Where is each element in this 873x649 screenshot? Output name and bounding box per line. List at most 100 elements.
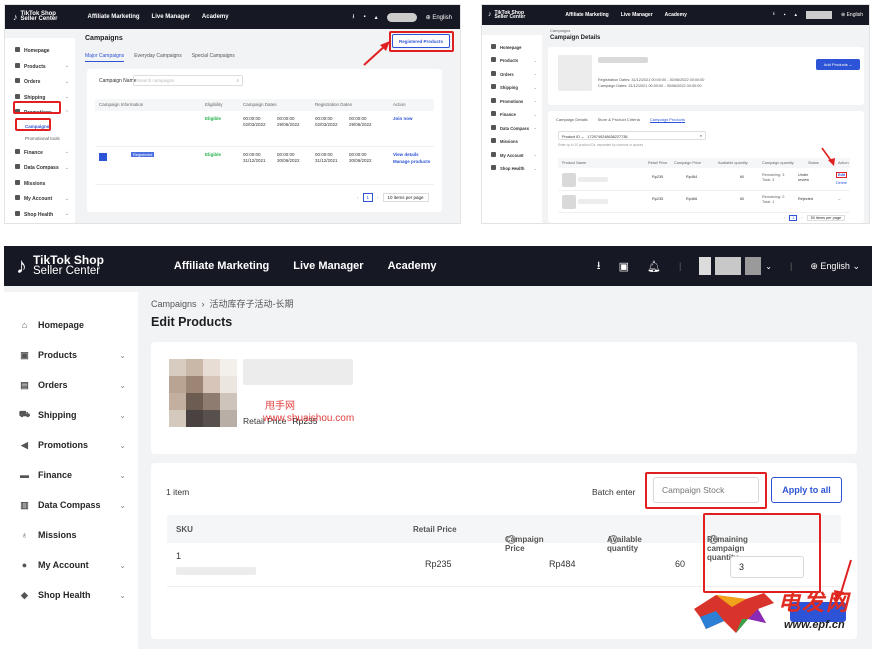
p1-arrow-icon	[363, 41, 390, 66]
chevron-down-icon: ⌄	[119, 380, 126, 390]
bull-logo-icon	[694, 593, 774, 633]
p1-search-input[interactable]: Search campaigns ⌕	[133, 75, 243, 86]
download-icon[interactable]: ⭳	[352, 12, 354, 22]
p2-side-homepage[interactable]: Homepage	[482, 40, 542, 54]
bell-icon[interactable]: ▴	[375, 14, 378, 21]
p1-nav-affiliate[interactable]: Affiliate Marketing	[88, 14, 140, 20]
prev-page-icon[interactable]: ‹	[784, 216, 785, 220]
p1-view-details-link[interactable]: View details	[393, 152, 419, 157]
p2-side-promotions[interactable]: Promotions ⌄	[482, 94, 542, 108]
p2-language[interactable]: ⊕ English	[841, 12, 863, 18]
p1-tab-everyday[interactable]: Everyday Campaigns	[134, 53, 182, 62]
p2-breadcrumb[interactable]: Campaigns	[550, 28, 570, 33]
sidebar-item-data-compass[interactable]: ▥ Data Compass ⌄	[4, 490, 138, 520]
chat-icon[interactable]: ▪	[784, 12, 786, 18]
p1-sub-promo-tools[interactable]: Promotional tools	[5, 133, 75, 145]
p1-tab-special[interactable]: Special Campaigns	[192, 53, 235, 62]
p1-manage-products-link[interactable]: Manage products	[393, 159, 430, 164]
bell-icon[interactable]: ▴	[794, 12, 797, 18]
p2-side-my-account[interactable]: My Account ⌄	[482, 148, 542, 162]
p2-arrow-icon	[821, 147, 835, 166]
chevron-down-icon: ⌄	[64, 78, 69, 85]
p2-side-products[interactable]: Products ⌄	[482, 54, 542, 68]
chat-icon[interactable]: ▣	[619, 260, 629, 273]
p2-avatar[interactable]	[806, 11, 832, 19]
p2-side-shop-health[interactable]: Shop Health ⌄	[482, 162, 542, 176]
p1-avatar[interactable]	[386, 12, 417, 22]
download-icon[interactable]: ⭳	[597, 257, 601, 276]
sidebar-item-promotions[interactable]: ◀ Promotions ⌄	[4, 430, 138, 460]
sidebar-item-products[interactable]: ▣ Products ⌄	[4, 340, 138, 370]
p1-tab-major[interactable]: Major Campaigns	[85, 53, 125, 62]
download-icon[interactable]: ⭳	[773, 11, 775, 19]
p1-per-page-select[interactable]: 10 items per page	[382, 193, 429, 202]
p2-per-page-select[interactable]: 50 items per page	[806, 215, 846, 221]
p1-side-homepage[interactable]: Homepage	[5, 43, 75, 59]
prev-page-icon[interactable]: ‹	[357, 195, 359, 200]
sidebar-item-missions[interactable]: ♁ Missions	[4, 520, 138, 550]
item-count: 1 item	[166, 487, 190, 497]
p1-side-orders[interactable]: Orders ⌄	[5, 74, 75, 90]
sidebar-item-homepage[interactable]: ⌂ Homepage	[4, 310, 138, 340]
language-selector[interactable]: ⊕ English ⌄	[810, 261, 860, 272]
p1-side-missions[interactable]: Missions	[5, 176, 75, 192]
p1-highlight-campaigns	[15, 118, 51, 131]
next-page-icon[interactable]: ›	[801, 216, 802, 220]
list-icon: ▤	[20, 379, 29, 390]
p1-page-number[interactable]: 1	[362, 193, 374, 202]
highlight-remaining-quantity	[703, 513, 821, 593]
p2-tab-criteria[interactable]: Store & Product Criteria	[598, 117, 640, 123]
nav-live-manager[interactable]: Live Manager	[293, 260, 363, 272]
p2-tab-products[interactable]: Campaign Products	[649, 117, 685, 123]
truck-icon: ⛟	[18, 409, 31, 419]
table-row: Rp235 Rp484 60 Remaining: 3 Total: 3 Und…	[558, 169, 850, 191]
next-page-icon[interactable]: ›	[377, 195, 379, 200]
tiktok-shop-logo[interactable]: ♪ TikTok Shop Seller Center	[16, 253, 104, 279]
p1-nav-academy[interactable]: Academy	[202, 14, 229, 20]
p1-logo-line2: Seller Center	[20, 16, 58, 22]
sidebar-item-shop-health[interactable]: ◆ Shop Health ⌄	[4, 580, 138, 610]
p2-side-shipping[interactable]: Shipping ⌄	[482, 81, 542, 95]
sidebar-item-shipping[interactable]: ⛟ Shipping ⌄	[4, 400, 138, 430]
chevron-down-icon: ⌄	[119, 560, 126, 570]
p2-add-products-button[interactable]: Add Products ⌄	[816, 59, 860, 70]
sidebar-item-orders[interactable]: ▤ Orders ⌄	[4, 370, 138, 400]
sidebar-item-my-account[interactable]: ● My Account ⌄	[4, 550, 138, 580]
p1-join-now-link[interactable]: Join now	[393, 116, 413, 121]
sidebar-item-finance[interactable]: ▬ Finance ⌄	[4, 460, 138, 490]
p1-campaign-card: Campaign Name Search campaigns ⌕ Campaign…	[87, 69, 442, 212]
p2-product-id-filter[interactable]: Product ID ⌄ 1729749248636227738 ⌕	[558, 131, 706, 140]
p2-delete-link[interactable]: Delete	[836, 181, 847, 185]
p1-side-my-account[interactable]: My Account ⌄	[5, 191, 75, 207]
avatar[interactable]: ⌄	[699, 257, 772, 275]
campaign-details-panel: ♪ TikTok Shop Seller Center Affiliate Mar…	[481, 4, 870, 224]
p1-side-products[interactable]: Products ⌄	[5, 59, 75, 75]
p2-nav-affiliate[interactable]: Affiliate Marketing	[565, 12, 608, 18]
p1-language[interactable]: ⊕ English	[426, 14, 452, 21]
p2-side-data-compass[interactable]: Data Compass ⌄	[482, 121, 542, 135]
chevron-right-icon: ›	[201, 299, 205, 309]
p2-side-orders[interactable]: Orders ⌄	[482, 67, 542, 81]
chevron-down-icon: ⌄	[533, 57, 537, 63]
breadcrumb-campaigns[interactable]: Campaigns	[151, 299, 197, 309]
p2-page-number[interactable]: 1	[789, 215, 798, 221]
p1-side-shop-health[interactable]: Shop Health ⌄	[5, 207, 75, 223]
p2-nav-live[interactable]: Live Manager	[621, 12, 653, 18]
sidebar: ⌂ Homepage ▣ Products ⌄ ▤ Orders ⌄ ⛟ Shipping ⌄…	[4, 292, 138, 649]
p2-side-finance[interactable]: Finance ⌄	[482, 108, 542, 122]
p2-side-missions[interactable]: Missions	[482, 135, 542, 149]
p2-nav-academy[interactable]: Academy	[665, 12, 687, 18]
nav-affiliate-marketing[interactable]: Affiliate Marketing	[174, 260, 269, 272]
nav-academy[interactable]: Academy	[388, 260, 437, 272]
p1-nav-live[interactable]: Live Manager	[152, 14, 190, 20]
apply-to-all-button[interactable]: Apply to all	[771, 477, 842, 503]
p2-edit-link[interactable]: Edit	[836, 172, 848, 178]
p2-tab-details[interactable]: Campaign Details	[556, 117, 588, 123]
chat-icon[interactable]: ▪	[363, 14, 365, 20]
sku-value: 1	[176, 551, 182, 561]
page-title: Edit Products	[151, 315, 233, 329]
p1-side-finance[interactable]: Finance ⌄	[5, 145, 75, 161]
p1-side-data-compass[interactable]: Data Compass ⌄	[5, 160, 75, 176]
bell-icon[interactable]: 🔔︎	[647, 260, 661, 273]
overlay-brand-text: 电发网	[778, 590, 851, 615]
